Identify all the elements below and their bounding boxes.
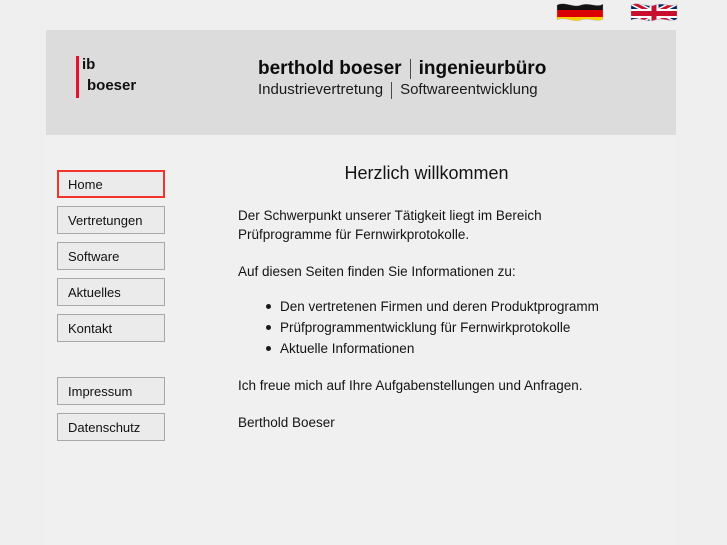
lead-in-paragraph: Auf diesen Seiten finden Sie Information…: [238, 264, 516, 279]
site-title-block: berthold boeser ingenieurbüro Industriev…: [258, 57, 658, 100]
list-item: Aktuelle Informationen: [266, 339, 633, 358]
sidebar-item-label: Software: [68, 248, 120, 264]
sidebar-item-label: Home: [68, 176, 103, 192]
language-bar: [0, 0, 727, 30]
german-flag-svg: [556, 3, 604, 22]
list-item: Prüfprogrammentwicklung für Fernwirkprot…: [266, 318, 633, 337]
topics-list: Den vertretenen Firmen und deren Produkt…: [238, 297, 633, 358]
sidebar-divider-gap: [57, 350, 167, 377]
uk-flag-icon[interactable]: [629, 1, 679, 26]
sidebar-item-aktuelles[interactable]: Aktuelles: [57, 278, 165, 306]
site-title-main: berthold boeser ingenieurbüro: [258, 57, 658, 80]
sidebar-item-software[interactable]: Software: [57, 242, 165, 270]
site-header: ib boeser berthold boeser ingenieurbüro …: [46, 30, 676, 135]
german-flag-icon[interactable]: [555, 1, 605, 26]
intro-paragraph: Der Schwerpunkt unserer Tätigkeit liegt …: [238, 208, 542, 242]
title-company-name: berthold boeser: [258, 58, 402, 79]
main-content: Herzlich willkommen Der Schwerpunkt unse…: [238, 162, 633, 450]
sidebar-item-vertretungen[interactable]: Vertretungen: [57, 206, 165, 234]
sidebar-item-impressum[interactable]: Impressum: [57, 377, 165, 405]
logo-line-ib: ib: [82, 56, 96, 73]
title-separator-bottom: [391, 81, 393, 99]
subtitle-left: Industrievertretung: [258, 81, 384, 98]
sidebar-item-label: Impressum: [68, 383, 133, 399]
site-title-sub: Industrievertretung Softwareentwicklung: [258, 80, 658, 100]
sidebar-item-label: Datenschutz: [68, 419, 141, 435]
subtitle-right: Softwareentwicklung: [400, 81, 538, 98]
sidebar-item-label: Vertretungen: [68, 212, 143, 228]
list-item: Den vertretenen Firmen und deren Produkt…: [266, 297, 633, 316]
sidebar-item-label: Kontakt: [68, 320, 113, 336]
page-title: Herzlich willkommen: [344, 163, 509, 183]
title-business-type: ingenieurbüro: [418, 58, 547, 79]
sidebar-item-home[interactable]: Home: [57, 170, 165, 198]
uk-flag-svg: [630, 3, 678, 22]
sidebar-item-label: Aktuelles: [68, 284, 121, 300]
logo-line-boeser: boeser: [87, 77, 137, 94]
sidebar-navigation: Home Vertretungen Software Aktuelles Kon…: [57, 170, 167, 449]
sidebar-item-datenschutz[interactable]: Datenschutz: [57, 413, 165, 441]
signature: Berthold Boeser: [238, 415, 335, 430]
site-logo[interactable]: ib boeser: [76, 54, 226, 106]
sidebar-item-kontakt[interactable]: Kontakt: [57, 314, 165, 342]
title-separator-top: [409, 58, 411, 79]
logo-red-rule: [76, 56, 79, 98]
closing-paragraph: Ich freue mich auf Ihre Aufgabenstellung…: [238, 378, 583, 393]
